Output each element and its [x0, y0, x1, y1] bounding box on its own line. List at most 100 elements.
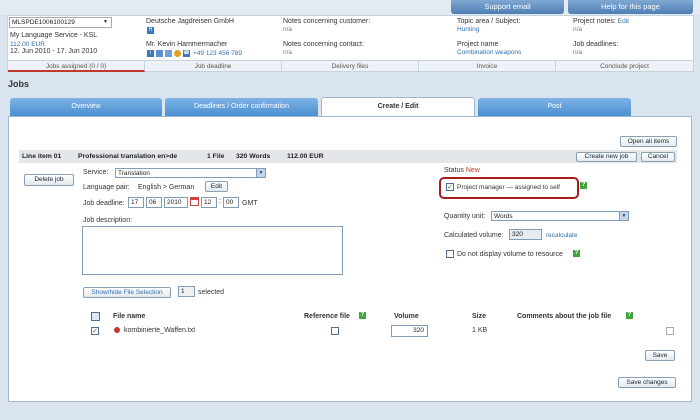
job-deadlines-value: n/a	[573, 49, 583, 56]
chevron-down-icon: ▼	[256, 169, 265, 177]
time-separator: :	[219, 198, 221, 205]
phone-number[interactable]: +49 123 456 789	[193, 50, 242, 57]
tab-post[interactable]: Post	[478, 98, 631, 116]
tab-create-edit[interactable]: Create / Edit	[321, 97, 475, 116]
save-changes-button[interactable]: Save changes	[618, 377, 676, 388]
tab-delivery-files[interactable]: Delivery files	[282, 61, 419, 72]
chat-icon[interactable]	[174, 50, 181, 57]
tab-conclude-project[interactable]: Conclude project	[556, 61, 693, 72]
notes-contact-value: n/a	[283, 49, 293, 56]
calendar-icon[interactable]	[190, 197, 199, 206]
support-email-button[interactable]: Support email	[451, 0, 564, 14]
tab-jobs-assigned[interactable]: Jobs assigned (0 / 0)	[8, 61, 145, 72]
service-select-value: Translation	[118, 170, 150, 177]
file-name[interactable]: kombinierte_Waffen.txt	[124, 327, 195, 334]
project-notes-edit-link[interactable]: Edit	[618, 18, 629, 25]
edit-language-button[interactable]: Edit	[205, 181, 228, 192]
deadline-hour-input[interactable]: 12	[201, 197, 217, 208]
job-select[interactable]: MLSPDE1006100129 ▼	[9, 17, 112, 28]
service-label: Service:	[83, 169, 109, 176]
line-item-amount: 112.00 EUR	[287, 153, 324, 160]
job-select-value: MLSPDE1006100129	[12, 19, 75, 26]
contact-name: Mr. Kevin Hammermacher	[146, 41, 228, 48]
selected-label: selected	[198, 289, 225, 296]
reference-file-checkbox[interactable]	[331, 327, 339, 335]
project-name-label: Project name	[457, 41, 499, 48]
vcard-icon[interactable]	[156, 50, 163, 57]
topic-label: Topic area / Subject:	[457, 18, 521, 25]
job-deadlines-label: Job deadlines:	[573, 41, 619, 48]
file-select-checkbox[interactable]: ✓	[91, 327, 99, 335]
no-display-volume-label: Do not display volume to resource	[457, 251, 563, 258]
open-all-items-button[interactable]: Open all items	[620, 136, 677, 147]
language-pair-value: English > German	[138, 184, 195, 191]
file-status-dot-icon	[114, 327, 120, 333]
line-item-desc: Professional translation en>de	[78, 153, 178, 160]
show-hide-file-selection-button[interactable]: Show/hide File Selection	[83, 287, 171, 298]
line-item-words: 320 Words	[236, 153, 271, 160]
cancel-button[interactable]: Cancel	[641, 152, 675, 162]
status-value: New	[465, 167, 480, 174]
project-name-value: Combination weapons	[457, 49, 522, 56]
tab-job-deadline[interactable]: Job deadline	[145, 61, 282, 72]
notes-contact-label: Notes concerning contact:	[283, 41, 364, 48]
page-title: Jobs	[8, 79, 30, 89]
service-name: My Language Service - KSL	[10, 32, 98, 39]
calculated-volume-field: 320	[509, 229, 542, 240]
delete-job-button[interactable]: Delete job	[24, 174, 74, 186]
col-size: Size	[472, 313, 487, 320]
language-pair-label: Language pair:	[83, 184, 130, 191]
home-icon[interactable]: H	[147, 27, 154, 34]
help-icon[interactable]: ?	[580, 182, 587, 189]
select-all-icon[interactable]	[91, 312, 100, 321]
project-notes-label: Project notes: Edit	[573, 18, 629, 25]
quantity-unit-value: Words	[494, 213, 513, 220]
file-volume-input[interactable]: 320	[391, 325, 428, 337]
deadline-minute-input[interactable]: 00	[223, 197, 239, 208]
deadline-year-input[interactable]: 2010	[164, 197, 188, 208]
project-notes-value: n/a	[573, 26, 583, 33]
selected-count: 1	[178, 286, 195, 297]
deadline-month-input[interactable]: 06	[146, 197, 162, 208]
notes-customer-value: n/a	[283, 26, 293, 33]
col-volume: Volume	[394, 313, 419, 320]
job-description-label: Job description:	[83, 217, 133, 224]
chevron-down-icon: ▼	[619, 212, 628, 220]
save-button[interactable]: Save	[645, 350, 675, 361]
topic-value: Hunting	[457, 26, 480, 33]
tab-overview[interactable]: Overview	[10, 98, 162, 116]
col-reference-file: Reference file	[304, 313, 350, 320]
status-label: Status New	[444, 167, 480, 174]
price: 112.00 EUR	[10, 41, 45, 48]
phone-icon: ☎	[183, 50, 190, 57]
line-item-files: 1 File	[207, 153, 225, 160]
company-name: Deutsche Jagdreisen GmbH	[146, 18, 234, 25]
comments-checkbox[interactable]	[666, 327, 674, 335]
quantity-unit-label: Quantity unit:	[444, 213, 486, 220]
recalculate-link[interactable]: recalculate	[546, 232, 577, 239]
tab-deadlines[interactable]: Deadlines / Order confirmation	[165, 98, 318, 116]
project-manager-checkbox[interactable]: ✓	[446, 183, 454, 191]
job-deadline-label: Job deadline:	[83, 200, 125, 207]
project-manager-label: Project manager — assigned to self	[457, 184, 560, 191]
gmt-label: GMT	[242, 200, 258, 207]
no-display-volume-checkbox[interactable]	[446, 250, 454, 258]
service-select[interactable]: Translation ▼	[115, 168, 266, 178]
help-icon[interactable]: ?	[626, 312, 633, 319]
col-comments: Comments about the job file	[517, 313, 612, 320]
help-icon[interactable]: ?	[573, 250, 580, 257]
chevron-down-icon: ▼	[103, 19, 108, 25]
deadline-day-input[interactable]: 17	[128, 197, 144, 208]
help-icon[interactable]: ?	[359, 312, 366, 319]
notes-customer-label: Notes concerning customer:	[283, 18, 371, 25]
calculated-volume-label: Calculated volume:	[444, 232, 504, 239]
job-description-textarea[interactable]	[82, 226, 343, 275]
quantity-unit-select[interactable]: Words ▼	[491, 211, 629, 221]
date-range: 12. Jun 2010 - 17. Jun 2010	[10, 48, 98, 55]
info-icon[interactable]: i	[147, 50, 154, 57]
help-button[interactable]: Help for this page	[568, 0, 693, 14]
line-item-label: Line item 01	[22, 153, 62, 160]
email-icon[interactable]	[165, 50, 172, 57]
create-new-job-button[interactable]: Create new job	[576, 152, 637, 162]
tab-invoice[interactable]: Invoice	[419, 61, 556, 72]
